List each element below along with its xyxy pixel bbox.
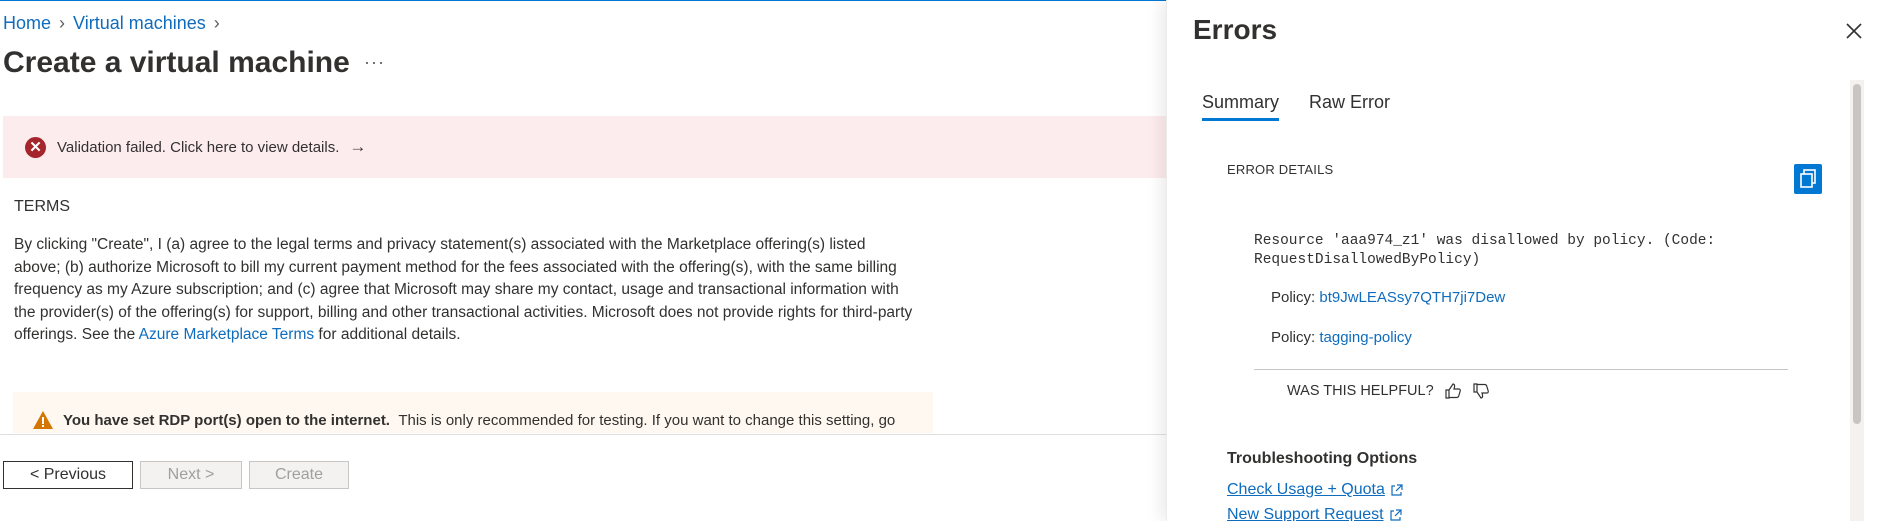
thumbs-down-icon[interactable] xyxy=(1472,382,1490,400)
error-message-line: Resource 'aaa974_z1' was disallowed by p… xyxy=(1254,233,1716,249)
scrollbar-thumb[interactable] xyxy=(1853,84,1861,424)
error-details-label: ERROR DETAILS xyxy=(1227,162,1334,177)
more-options-button[interactable]: ··· xyxy=(364,52,385,73)
error-divider xyxy=(1254,369,1788,370)
errors-panel-title: Errors xyxy=(1193,14,1278,45)
breadcrumb: Home › Virtual machines › xyxy=(3,13,220,34)
policy-label: Policy: xyxy=(1271,289,1316,306)
close-icon[interactable] xyxy=(1841,18,1867,44)
terms-text: By clicking "Create", I (a) agree to the… xyxy=(14,234,914,347)
previous-button[interactable]: < Previous xyxy=(3,461,133,489)
policy-link[interactable]: tagging-policy xyxy=(1319,329,1412,346)
tab-raw-error[interactable]: Raw Error xyxy=(1309,92,1390,119)
error-circle-icon: ✕ xyxy=(25,136,46,158)
rdp-warning-banner: You have set RDP port(s) open to the int… xyxy=(13,392,933,433)
azure-marketplace-terms-link[interactable]: Azure Marketplace Terms xyxy=(139,326,314,343)
panel-scrollbar[interactable] xyxy=(1850,80,1864,521)
helpful-label: WAS THIS HELPFUL? xyxy=(1287,383,1434,399)
warning-body-text: This is only recommended for testing. If… xyxy=(398,412,896,429)
page-title: Create a virtual machine xyxy=(3,46,350,79)
banner-message: Validation failed. Click here to view de… xyxy=(57,138,340,156)
breadcrumb-home-link[interactable]: Home xyxy=(3,13,51,34)
troubleshooting-heading: Troubleshooting Options xyxy=(1227,450,1418,467)
arrow-right-icon: → xyxy=(349,137,367,156)
errors-tabs: Summary Raw Error xyxy=(1202,92,1390,121)
errors-panel: Errors Summary Raw Error ERROR DETAILS R… xyxy=(1166,0,1885,521)
policy-row: Policy: tagging-policy xyxy=(1271,329,1412,346)
warning-bold-text: You have set RDP port(s) open to the int… xyxy=(63,412,390,429)
helpful-feedback: WAS THIS HELPFUL? xyxy=(1287,382,1490,400)
footer-divider xyxy=(0,434,1166,435)
chevron-right-icon: › xyxy=(213,13,220,33)
external-link-icon xyxy=(1391,483,1403,496)
tab-summary[interactable]: Summary xyxy=(1202,92,1280,121)
error-message-line: RequestDisallowedByPolicy) xyxy=(1254,252,1481,268)
breadcrumb-virtual-machines-link[interactable]: Virtual machines xyxy=(73,13,206,34)
check-usage-quota-link[interactable]: Check Usage + Quota xyxy=(1227,481,1403,499)
terms-text-tail: for additional details. xyxy=(314,326,461,343)
policy-row: Policy: bt9JwLEASsy7QTH7ji7Dew xyxy=(1271,289,1505,306)
thumbs-up-icon[interactable] xyxy=(1444,382,1462,400)
copy-icon xyxy=(1800,169,1816,188)
next-button[interactable]: Next > xyxy=(140,461,242,489)
policy-label: Policy: xyxy=(1271,329,1316,346)
validation-error-banner[interactable]: ✕ Validation failed. Click here to view … xyxy=(3,116,1168,178)
new-support-request-link[interactable]: New Support Request xyxy=(1227,506,1402,521)
error-message: Resource 'aaa974_z1' was disallowed by p… xyxy=(1254,232,1715,270)
link-label: New Support Request xyxy=(1227,506,1384,521)
chevron-right-icon: › xyxy=(59,13,66,33)
warning-triangle-icon xyxy=(33,411,53,429)
warning-text: You have set RDP port(s) open to the int… xyxy=(63,412,895,429)
link-label: Check Usage + Quota xyxy=(1227,481,1385,498)
copy-button[interactable] xyxy=(1794,164,1822,194)
create-button[interactable]: Create xyxy=(249,461,349,489)
external-link-icon xyxy=(1389,508,1402,521)
terms-heading: TERMS xyxy=(14,198,70,215)
policy-link[interactable]: bt9JwLEASsy7QTH7ji7Dew xyxy=(1319,289,1505,306)
